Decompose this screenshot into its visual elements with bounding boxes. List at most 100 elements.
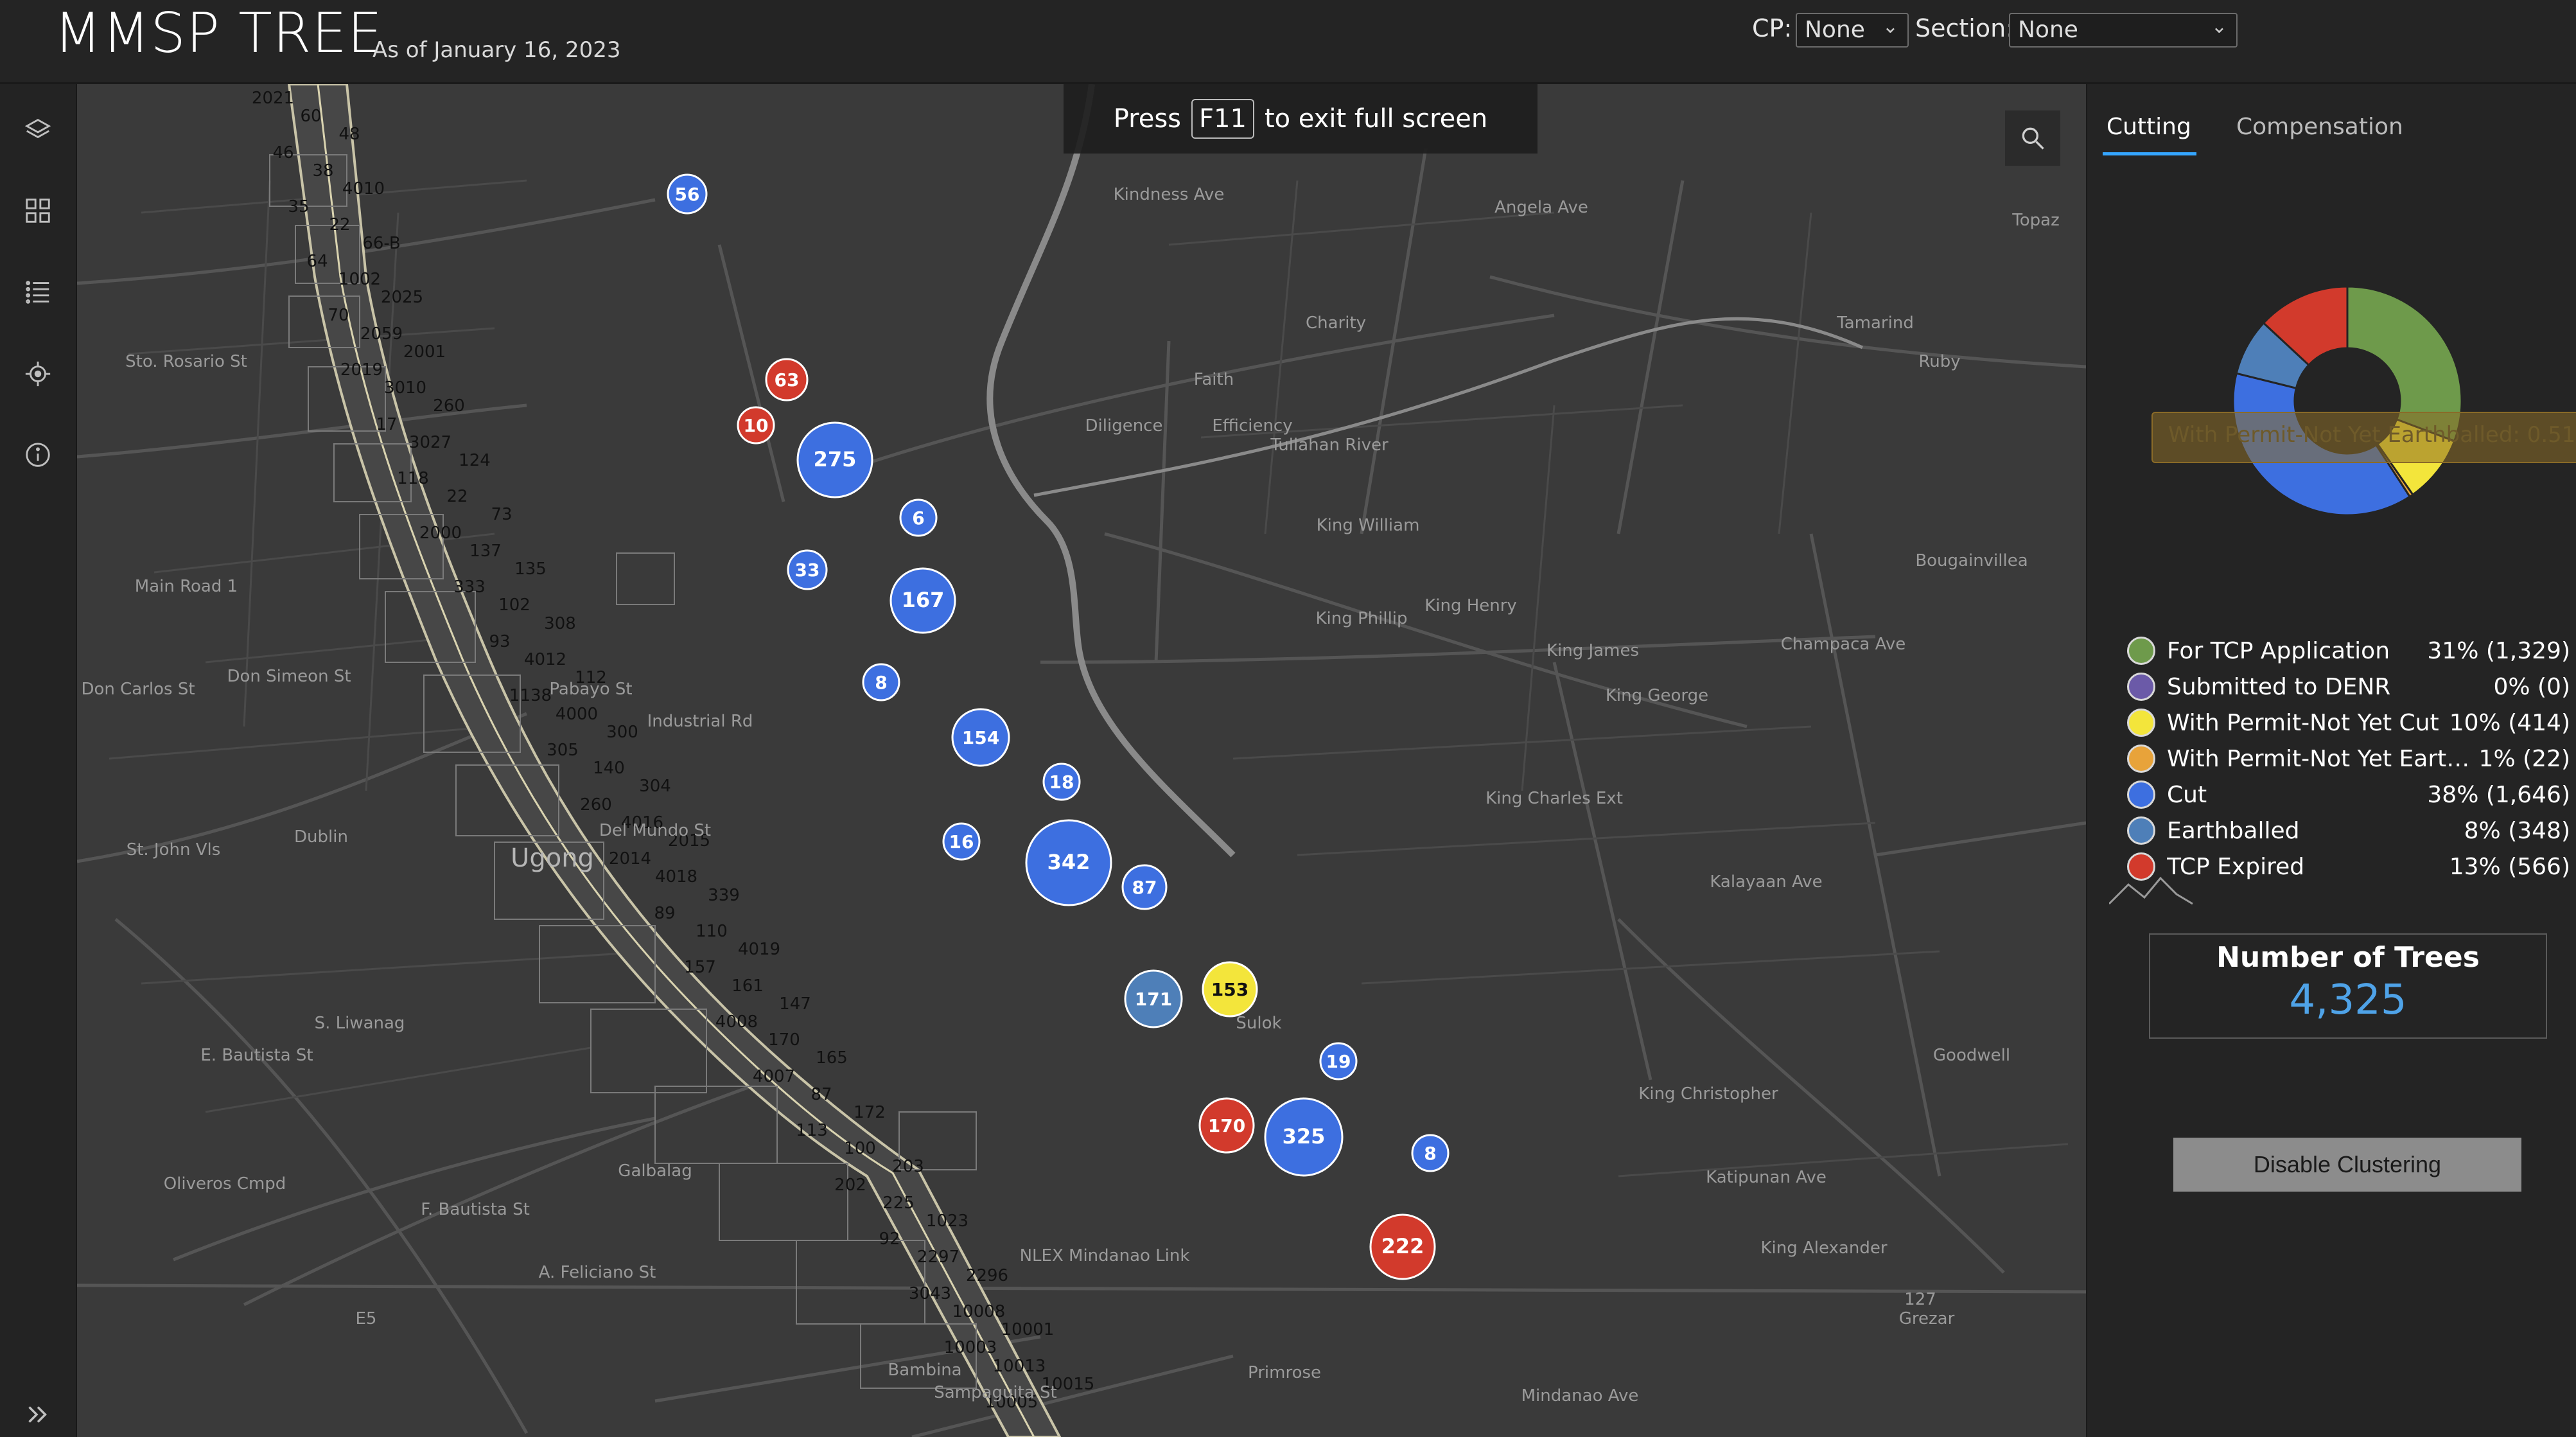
place-label: 127 [1904, 1290, 1936, 1309]
place-label: St. John Vls [127, 840, 221, 860]
legend-value: 10% (414) [2449, 710, 2570, 736]
map-search-button[interactable] [2005, 110, 2060, 166]
expand-rail-button[interactable] [18, 1395, 58, 1434]
lot-number-label: 10013 [993, 1357, 1046, 1376]
lot-number-label: 110 [696, 922, 728, 941]
place-label: Don Simeon St [227, 667, 351, 686]
cluster-count-label: 8 [875, 672, 887, 693]
lot-number-label: 2021 [252, 89, 294, 108]
status-donut-chart[interactable] [2229, 282, 2466, 520]
lot-number-label: 10003 [944, 1338, 997, 1357]
lot-number-label: 157 [684, 958, 716, 977]
lot-number-label: 147 [779, 994, 811, 1014]
cluster-count-label: 167 [902, 588, 945, 612]
app-header: MMSP TREE As of January 16, 2023 CP: Non… [0, 0, 2576, 84]
lot-number-label: 118 [397, 469, 429, 488]
as-of-date: As of January 16, 2023 [372, 37, 621, 63]
lot-number-label: 308 [544, 614, 576, 633]
tree-count-title: Number of Trees [2216, 941, 2480, 974]
cluster-count-label: 154 [962, 727, 999, 748]
cp-select[interactable]: None ⌄ [1796, 13, 1909, 48]
place-label: Ugong [511, 843, 594, 873]
lot-number-label: 3043 [909, 1284, 951, 1303]
lot-number-label: 46 [272, 143, 294, 163]
place-label: Faith [1194, 370, 1234, 389]
chart-decoration-icon [2109, 876, 2193, 905]
place-label: Main Road 1 [135, 577, 238, 596]
legend-label: With Permit-Not Yet Cut [2167, 710, 2439, 736]
lot-number-label: 135 [514, 560, 547, 579]
basemap-gallery-button[interactable] [18, 191, 58, 231]
place-label: Sampaguita St [934, 1383, 1057, 1402]
place-label: Sto. Rosario St [125, 352, 247, 371]
legend-item: With Permit-Not Yet Cut 10% (414) [2127, 707, 2570, 741]
lot-number-label: 10001 [1001, 1320, 1055, 1339]
cluster-count-label: 63 [775, 369, 800, 391]
legend-label: Submitted to DENR [2167, 674, 2391, 700]
legend-label: Earthballed [2167, 818, 2300, 844]
cluster-count-label: 171 [1135, 989, 1172, 1010]
lot-number-label: 4008 [715, 1012, 758, 1032]
lot-number-label: 140 [593, 759, 625, 778]
lot-number-label: 73 [491, 505, 512, 524]
app-title: MMSP TREE [54, 1, 383, 66]
lot-number-label: 2297 [917, 1247, 959, 1267]
cluster-count-label: 170 [1208, 1115, 1245, 1136]
layers-button[interactable] [18, 110, 58, 150]
place-label: Kindness Ave [1114, 185, 1225, 204]
place-label: Charity [1306, 313, 1366, 333]
place-label: Topaz [2011, 211, 2059, 230]
place-label: Bambina [888, 1361, 961, 1380]
lot-number-label: 64 [306, 252, 328, 271]
cluster-count-label: 222 [1381, 1234, 1424, 1258]
cluster-count-label: 8 [1424, 1143, 1436, 1164]
disable-clustering-button[interactable]: Disable Clustering [2173, 1138, 2521, 1192]
lot-number-label: 102 [498, 595, 530, 615]
place-label: Bougainvillea [1915, 551, 2028, 570]
lot-number-label: 4018 [655, 867, 697, 886]
active-tab-indicator [2103, 152, 2196, 155]
lot-number-label: 3027 [409, 433, 451, 452]
legend-swatch [2127, 780, 2155, 809]
lot-number-label: 304 [639, 777, 671, 796]
legend-item: Earthballed 8% (348) [2127, 815, 2570, 849]
tab-compensation[interactable]: Compensation [2236, 114, 2403, 140]
legend-value: 31% (1,329) [2427, 638, 2570, 664]
legend-item: For TCP Application 31% (1,329) [2127, 635, 2570, 669]
banner-suffix: to exit full screen [1264, 104, 1488, 134]
place-label: Katipunan Ave [1706, 1168, 1827, 1187]
place-label: Tullahan River [1270, 436, 1389, 455]
cluster-count-label: 275 [814, 447, 857, 472]
lot-number-label: 4010 [342, 179, 385, 198]
section-label: Section: [1915, 14, 2014, 42]
fullscreen-banner: Press F11 to exit full screen [1064, 84, 1538, 154]
place-label: King Charles Ext [1485, 789, 1623, 808]
lot-number-label: 60 [300, 107, 321, 126]
section-select-value: None [2018, 17, 2078, 43]
place-label: A. Feliciano St [539, 1263, 656, 1282]
cluster-count-label: 10 [744, 415, 769, 436]
place-label: F. Bautista St [421, 1200, 530, 1219]
cluster-count-label: 18 [1049, 771, 1074, 793]
place-label: Grezar [1899, 1309, 1955, 1328]
river-creek [1033, 317, 1864, 497]
lot-number-label: 305 [547, 741, 579, 760]
legend-item: With Permit-Not Yet Earthb... 1% (22) [2127, 743, 2570, 777]
place-label: Ruby [1918, 352, 1960, 371]
map-view[interactable]: 2021 60 48 46 38 4010 35 22 66-B 64 1002 2025 70 2059… [77, 84, 2086, 1437]
map-canvas[interactable]: 2021 60 48 46 38 4010 35 22 66-B 64 10022025 70 2059… [77, 84, 2086, 1437]
info-button[interactable] [18, 435, 58, 475]
place-label: Efficiency [1212, 416, 1292, 436]
locate-button[interactable] [18, 354, 58, 394]
section-select[interactable]: None ⌄ [2009, 13, 2238, 48]
tab-cutting[interactable]: Cutting [2107, 114, 2191, 140]
legend-button[interactable] [18, 272, 58, 312]
place-label: Don Carlos St [81, 680, 195, 699]
legend-value: 38% (1,646) [2427, 782, 2570, 808]
place-label: Angela Ave [1494, 198, 1588, 217]
lot-number-label: 1023 [926, 1212, 968, 1231]
cluster-count-label: 6 [912, 507, 924, 529]
basemap-gallery-icon [26, 198, 50, 223]
search-icon [2022, 127, 2044, 150]
place-label: E5 [356, 1309, 377, 1328]
